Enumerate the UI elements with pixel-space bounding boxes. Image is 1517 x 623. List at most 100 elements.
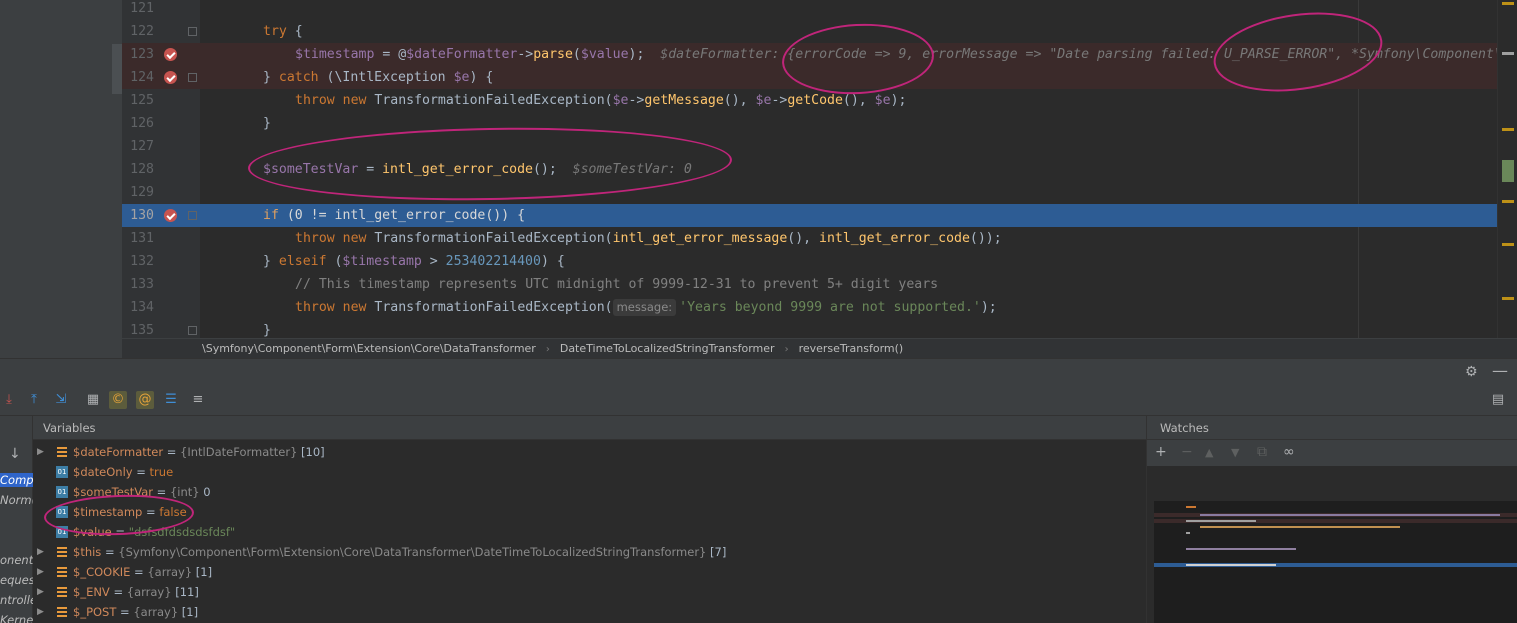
code-token: ( [572,47,581,62]
list-icon[interactable]: ☰ [162,391,180,409]
variable-name: $timestamp [73,505,143,519]
breakpoint-icon[interactable] [164,48,177,61]
warning-marker[interactable] [1502,128,1514,131]
frame-down-arrow-icon[interactable]: ↓ [9,446,21,462]
breadcrumb-class[interactable]: DateTimeToLocalizedStringTransformer [560,342,775,355]
warning-marker[interactable] [1502,200,1514,203]
line-number[interactable]: 125 [122,89,154,112]
warning-marker[interactable] [1502,2,1514,5]
breadcrumb-method[interactable]: reverseTransform() [799,342,904,355]
frame-item[interactable]: Norm( [0,493,33,507]
code-line[interactable]: 132} elseif ($timestamp > 253402214400) … [122,250,1497,273]
variable-entry: $this = {Symfony\Component\Form\Extensio… [73,542,726,562]
evaluate-expression-icon[interactable]: ▦ [84,391,102,409]
scroll-thumb-marker[interactable] [1502,160,1514,182]
frame-item[interactable]: ntrolle [0,593,33,607]
expand-arrow-icon[interactable]: ▶ [37,602,44,622]
line-number[interactable]: 123 [122,43,154,66]
expand-arrow-icon[interactable]: ▶ [37,542,44,562]
code-line[interactable]: 125 throw new TransformationFailedExcepti… [122,89,1497,112]
expand-arrow-icon[interactable]: ▶ [37,562,44,582]
variable-equals: = [101,545,119,559]
code-token: $e [453,70,470,85]
copy-icon[interactable]: ⧉ [1257,444,1267,460]
code-token: $dateFormatter [406,47,518,62]
variable-type: {Symfony\Component\Form\Extension\Core\D… [118,545,707,559]
frame-item[interactable]: eques [0,573,33,587]
scroll-marker[interactable] [1502,52,1514,55]
fold-icon[interactable] [188,73,197,82]
run-to-cursor-icon[interactable]: ⇲ [52,391,70,409]
code-line[interactable]: 126} [122,112,1497,135]
variable-entry: $dateOnly = true [73,462,173,482]
code-line[interactable]: 129 [122,181,1497,204]
breakpoint-icon[interactable] [164,209,177,222]
code-line[interactable]: 122 try { [122,20,1497,43]
annotation-filter-icon[interactable]: @ [136,391,154,409]
breakpoint-icon[interactable] [164,71,177,84]
frame-item[interactable]: Comp [0,473,33,487]
code-line[interactable]: 131 throw new TransformationFailedExcepti… [122,227,1497,250]
code-token: intl_get_error_code [382,162,533,177]
frame-item[interactable]: onent\F [0,553,33,567]
line-number[interactable]: 126 [122,112,154,135]
line-number[interactable]: 130 [122,204,154,227]
expand-arrow-icon[interactable]: ▶ [37,442,44,462]
frame-item[interactable]: Kerne [0,613,33,623]
code-line[interactable]: 123 $timestamp = @$dateFormatter->parse($… [122,43,1502,66]
line-number[interactable]: 121 [122,0,154,20]
variable-equals: = [109,585,127,599]
line-number[interactable]: 124 [122,66,154,89]
code-token: $timestamp [295,47,375,62]
line-number[interactable]: 122 [122,20,154,43]
code-line[interactable]: 121 [122,0,1497,20]
move-up-icon[interactable]: ▲ [1205,446,1213,459]
class-filter-icon[interactable]: © [109,391,127,409]
variable-entry: $value = "dsfsdfdsdsdsfdsf" [73,522,235,542]
code-token: -> [628,93,645,108]
layout-icon[interactable]: ▤ [1489,391,1507,409]
line-number[interactable]: 127 [122,135,154,158]
breadcrumb-namespace[interactable]: \Symfony\Component\Form\Extension\Core\D… [202,342,536,355]
remove-watch-icon[interactable]: − [1181,444,1193,460]
code-text: try { [200,20,303,43]
code-token: intl_get_error_code [334,208,486,223]
code-line[interactable]: 133 // This timestamp represents UTC midn… [122,273,1497,296]
code-line[interactable]: 128 $someTestVar = intl_get_error_code();… [122,158,1497,181]
fold-icon[interactable] [188,211,197,220]
code-line[interactable]: 124} catch (\IntlException $e) { [122,66,1497,89]
line-number[interactable]: 134 [122,296,154,319]
add-watch-icon[interactable]: + [1155,444,1167,460]
expand-arrow-icon[interactable]: ▶ [37,582,44,602]
code-token: } [263,323,271,338]
step-out-icon[interactable]: ⤒ [25,391,43,409]
fold-icon[interactable] [188,27,197,36]
warning-marker[interactable] [1502,243,1514,246]
gear-icon[interactable]: ⚙ [1465,364,1478,380]
add-watch-list-icon[interactable]: ≡ [189,391,207,409]
line-number[interactable]: 128 [122,158,154,181]
move-down-icon[interactable]: ▼ [1231,446,1239,459]
code-token: getMessage [644,93,724,108]
line-number[interactable]: 132 [122,250,154,273]
minimize-icon[interactable]: — [1492,361,1508,380]
glasses-icon[interactable]: ∞ [1283,444,1295,460]
editor-scrollbar[interactable] [1497,0,1517,338]
left-tool-strip [0,0,122,358]
line-number[interactable]: 129 [122,181,154,204]
line-number[interactable]: 133 [122,273,154,296]
warning-marker[interactable] [1502,297,1514,300]
code-line[interactable]: 134 throw new TransformationFailedExcepti… [122,296,1497,319]
left-tab-handle[interactable] [112,44,122,94]
variable-name: $someTestVar [73,485,154,499]
step-into-icon[interactable]: ⤓ [0,391,18,409]
variables-title: Variables [33,416,1146,440]
line-number[interactable]: 131 [122,227,154,250]
code-line[interactable]: 130 if (0 != intl_get_error_code()) { [122,204,1497,227]
code-token: ( [278,208,295,223]
variable-name: $this [73,545,102,559]
drag-preview-thumbnail [1154,501,1517,623]
code-line[interactable]: 127 [122,135,1497,158]
fold-icon[interactable] [188,326,197,335]
code-token: 253402214400 [445,254,541,269]
